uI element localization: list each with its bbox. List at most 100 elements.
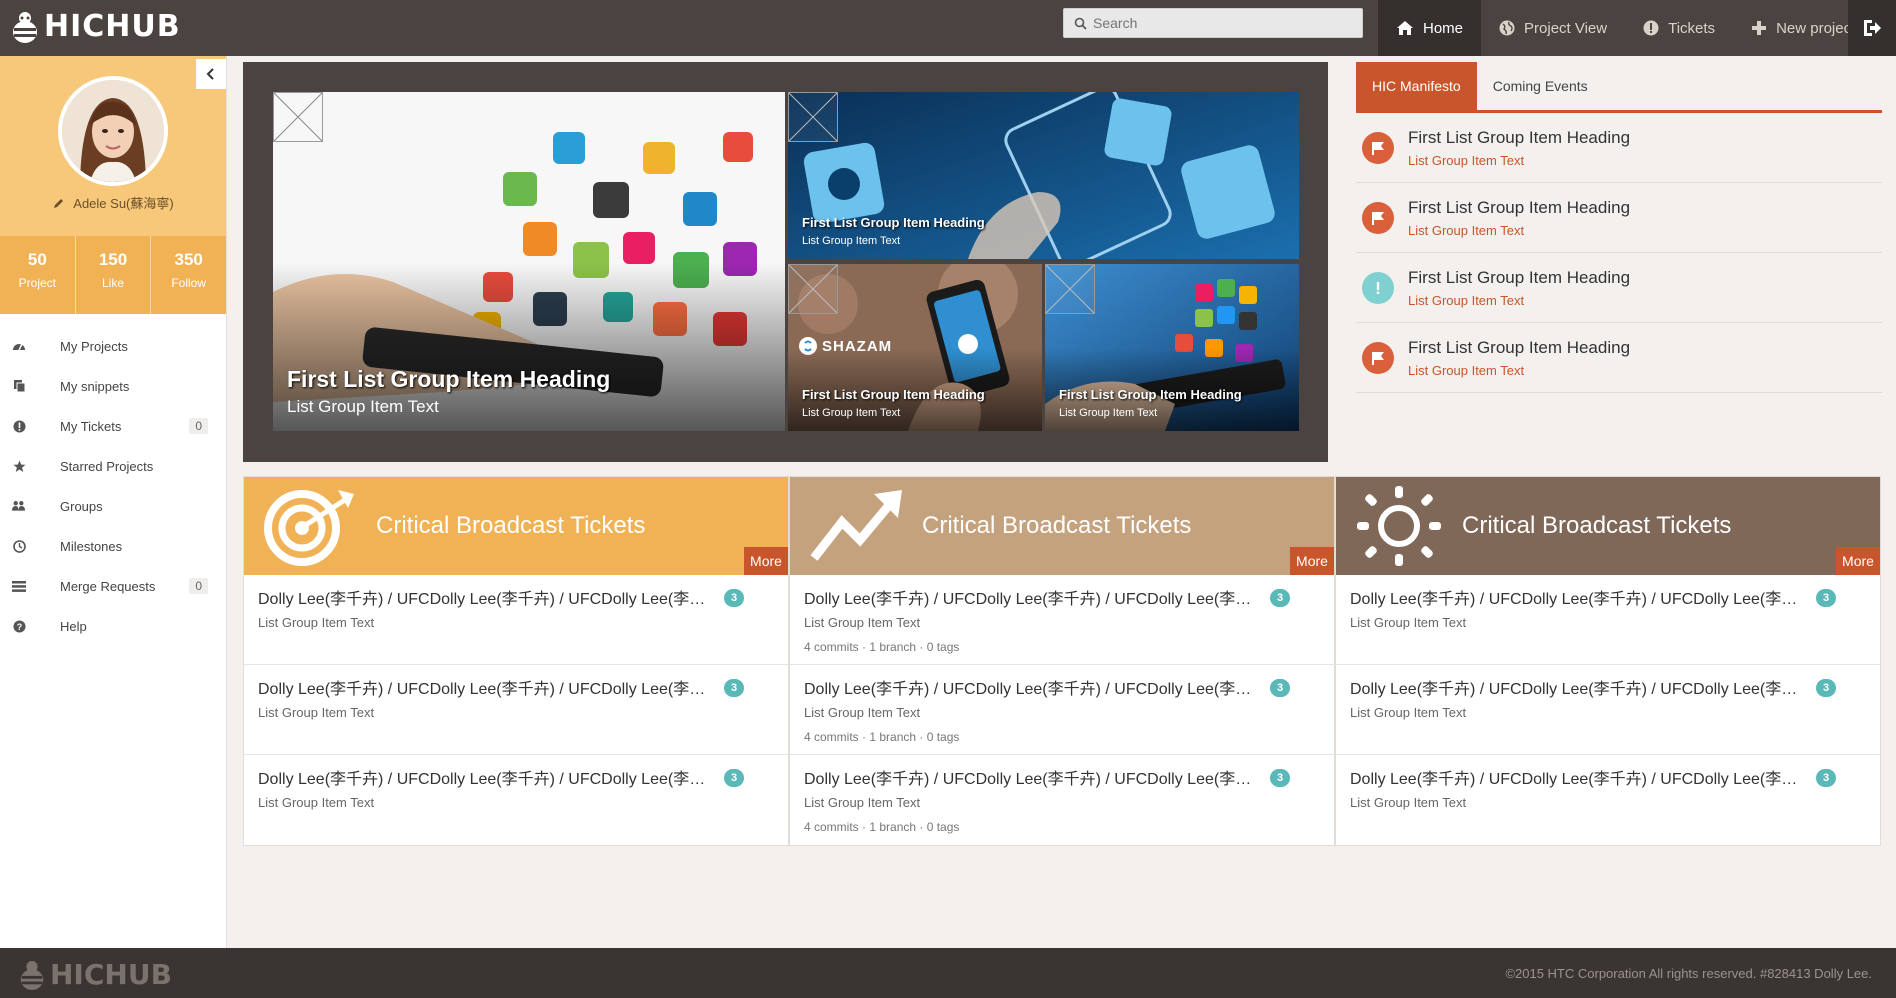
trend-icon [810,490,902,561]
list-item-heading: Dolly Lee(李千卉) / UFCDolly Lee(李千卉) / UFC… [804,591,1254,608]
flag-icon [1362,201,1394,234]
image-placeholder [1045,264,1095,314]
card-title: Critical Broadcast Tickets [922,512,1192,539]
footer-logo-text: HICHUB [50,958,172,991]
panel-tabs: HIC Manifesto Coming Events [1356,62,1882,113]
exclamation-icon [1362,271,1394,304]
repo-meta: 4 commits · 1 branch · 0 tags [804,730,960,744]
stat-project-value: 50 [27,250,47,269]
more-button[interactable]: More [1836,547,1880,575]
avatar[interactable] [58,76,168,186]
chevron-left-icon [206,68,214,80]
count-badge: 3 [1270,769,1290,787]
sidebar-item-label: Help [60,618,87,634]
more-button[interactable]: More [1290,547,1334,575]
list-item[interactable]: Dolly Lee(李千卉) / UFCDolly Lee(李千卉) / UFC… [1336,665,1880,755]
count-badge: 0 [189,578,208,594]
list-item[interactable]: First List Group Item Heading List Group… [1356,183,1882,253]
clock-icon [12,539,26,553]
brand-logo[interactable]: HICHUB [10,9,181,44]
copyright-text: ©2015 HTC Corporation All rights reserve… [1505,966,1872,981]
list-item-text: List Group Item Text [258,795,375,810]
logo-text: HICHUB [44,9,181,44]
sidebar-collapse-button[interactable] [196,59,226,89]
list-item-heading: Dolly Lee(李千卉) / UFCDolly Lee(李千卉) / UFC… [804,681,1254,698]
list-item[interactable]: Dolly Lee(李千卉) / UFCDolly Lee(李千卉) / UFC… [1336,755,1880,845]
top-navbar: HICHUB Home Project View [0,0,1896,56]
avatar-image [62,80,164,182]
caption-text: List Group Item Text [802,407,901,419]
caption: First List Group Item Heading List Group… [1059,387,1242,419]
svg-text:?: ? [16,622,22,632]
list-item[interactable]: Dolly Lee(李千卉) / UFCDolly Lee(李千卉) / UFC… [790,665,1334,755]
stat-follow-label: Follow [171,276,207,290]
user-name[interactable]: Adele Su(蘇海寧) [0,193,227,212]
sidebar-item-label: Merge Requests [60,578,156,594]
sidebar-item-my-tickets[interactable]: My Tickets 0 [0,406,226,446]
count-badge: 0 [189,418,208,434]
card-header: Critical Broadcast Tickets More [244,477,788,575]
list-item-text: List Group Item Text [1408,152,1525,168]
plus-icon [1752,21,1767,35]
user-stats: 50 Project 150 Like 350 Follow [0,236,226,314]
featured-tile-main[interactable]: First List Group Item Heading List Group… [273,92,785,431]
list-item-heading: Dolly Lee(李千卉) / UFCDolly Lee(李千卉) / UFC… [1350,771,1800,788]
count-badge: 3 [724,589,744,607]
list-item-text: List Group Item Text [1408,292,1525,308]
sidebar-item-milestones[interactable]: Milestones [0,526,226,566]
footer: HICHUB ©2015 HTC Corporation All rights … [0,948,1896,998]
footer-logo[interactable]: HICHUB [18,958,172,991]
stat-like[interactable]: 150 Like [76,236,152,314]
list-item-text: List Group Item Text [1350,795,1467,810]
sidebar-item-label: Milestones [60,538,123,554]
bee-logo-icon [13,11,37,43]
more-button[interactable]: More [744,547,788,575]
ticket-card: Critical Broadcast Tickets More Dolly Le… [1335,476,1881,846]
logout-button[interactable] [1848,0,1896,56]
sidebar-item-starred-projects[interactable]: Starred Projects [0,446,226,486]
stat-project[interactable]: 50 Project [0,236,76,314]
list-item[interactable]: Dolly Lee(李千卉) / UFCDolly Lee(李千卉) / UFC… [244,755,788,845]
stat-project-label: Project [18,276,57,290]
sidebar-item-groups[interactable]: Groups [0,486,226,526]
list-item[interactable]: Dolly Lee(李千卉) / UFCDolly Lee(李千卉) / UFC… [244,665,788,755]
search-box[interactable] [1063,8,1363,38]
flag-icon [1362,131,1394,164]
stat-follow[interactable]: 350 Follow [151,236,226,314]
question-icon: ? [12,619,26,633]
list-item-text: List Group Item Text [258,615,375,630]
sidebar-item-help[interactable]: ? Help [0,606,226,646]
sidebar-item-my-projects[interactable]: My Projects [0,326,226,366]
stat-like-value: 150 [98,250,128,269]
featured-tile-bottom-right[interactable]: First List Group Item Heading List Group… [1045,264,1299,431]
list-item[interactable]: Dolly Lee(李千卉) / UFCDolly Lee(李千卉) / UFC… [244,575,788,665]
list-item[interactable]: Dolly Lee(李千卉) / UFCDolly Lee(李千卉) / UFC… [790,575,1334,665]
tab-coming-events[interactable]: Coming Events [1477,62,1604,110]
list-item[interactable]: Dolly Lee(李千卉) / UFCDolly Lee(李千卉) / UFC… [1336,575,1880,665]
caption-text: List Group Item Text [287,397,439,416]
card-title: Critical Broadcast Tickets [1462,512,1732,539]
list-item[interactable]: First List Group Item Heading List Group… [1356,253,1882,323]
caption: First List Group Item Heading List Group… [287,366,610,417]
sidebar-item-my-snippets[interactable]: My snippets [0,366,226,406]
featured-tile-top-right[interactable]: First List Group Item Heading List Group… [788,92,1299,259]
featured-tile-bottom-mid[interactable]: SHAZAM First List Group Item Heading Lis… [788,264,1042,431]
sidebar-item-label: Groups [60,498,103,514]
list-item[interactable]: Dolly Lee(李千卉) / UFCDolly Lee(李千卉) / UFC… [790,755,1334,845]
card-header: Critical Broadcast Tickets More [1336,477,1880,575]
tab-hic-manifesto[interactable]: HIC Manifesto [1356,62,1477,110]
search-input[interactable] [1093,15,1343,31]
card-header: Critical Broadcast Tickets More [790,477,1334,575]
repo-meta: 4 commits · 1 branch · 0 tags [804,820,960,834]
list-item[interactable]: First List Group Item Heading List Group… [1356,113,1882,183]
nav-home[interactable]: Home [1378,0,1482,56]
count-badge: 3 [724,769,744,787]
sidebar-item-merge-requests[interactable]: Merge Requests 0 [0,566,226,606]
nav-tickets[interactable]: Tickets [1625,0,1733,56]
list-item-heading: Dolly Lee(李千卉) / UFCDolly Lee(李千卉) / UFC… [1350,591,1800,608]
count-badge: 3 [1816,679,1836,697]
list-item-heading: First List Group Item Heading [1408,267,1631,287]
list-item[interactable]: First List Group Item Heading List Group… [1356,323,1882,393]
nav-project-view[interactable]: Project View [1481,0,1625,56]
users-icon [12,499,26,513]
